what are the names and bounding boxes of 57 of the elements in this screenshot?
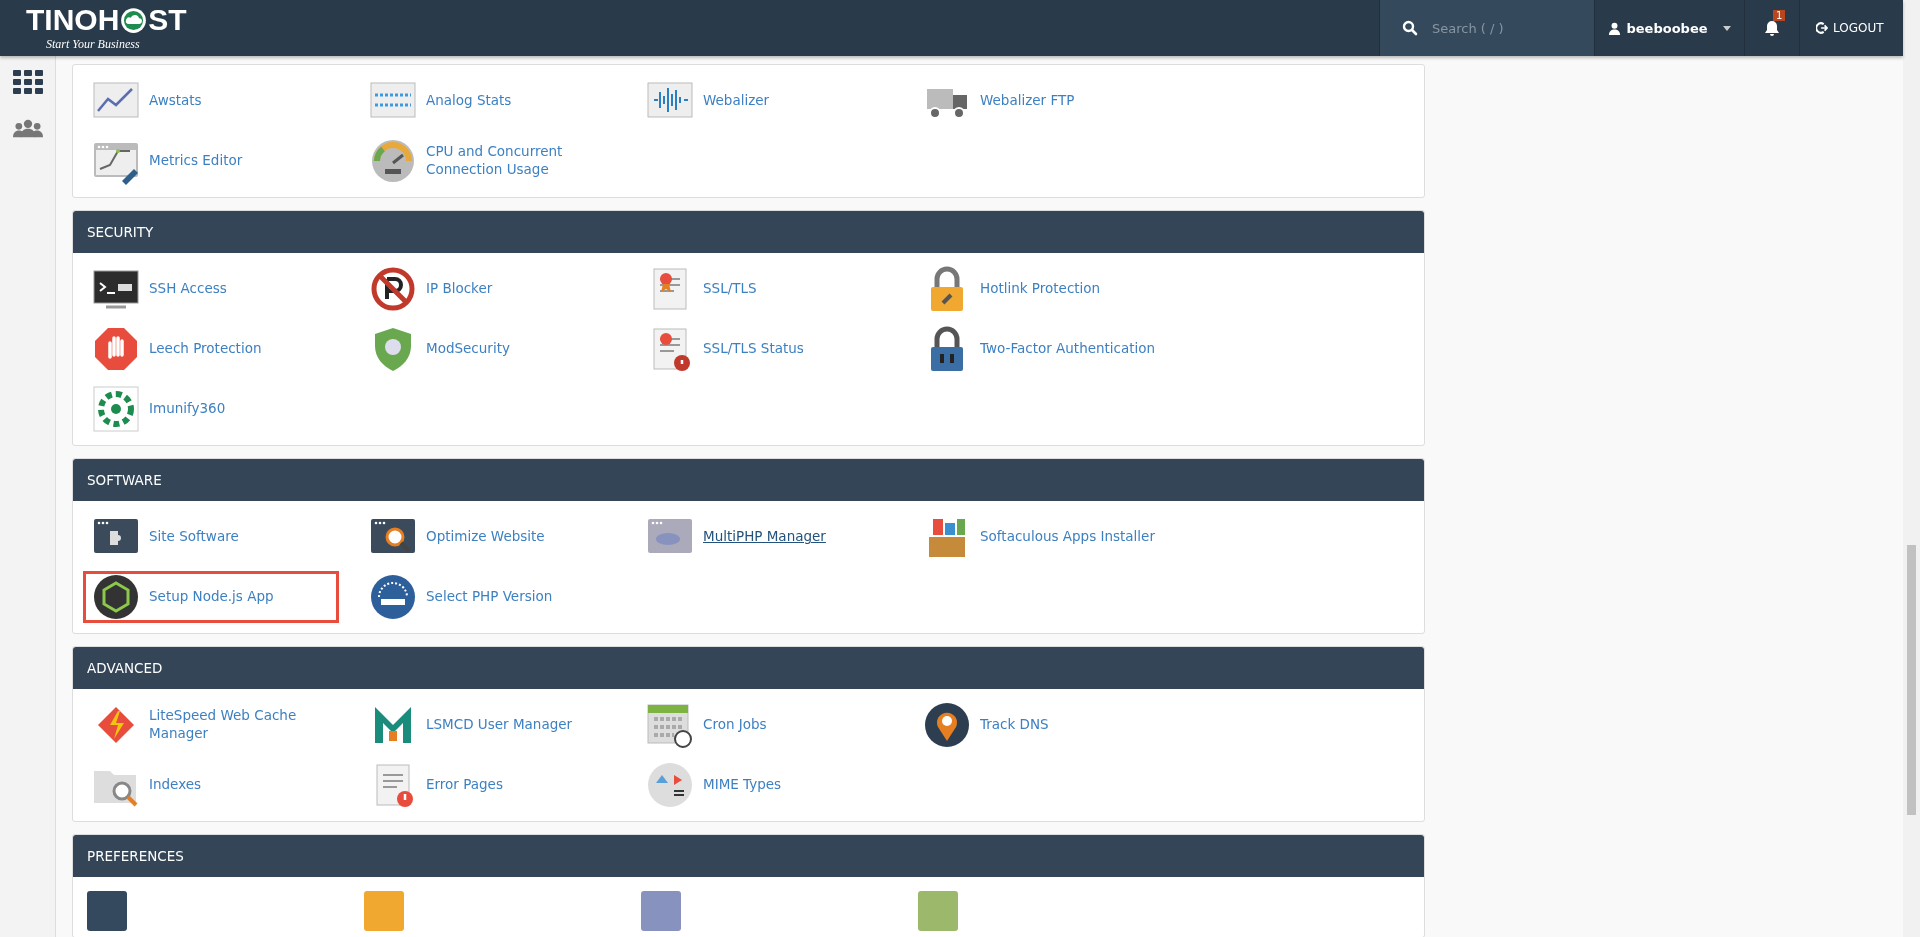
feature-link[interactable]: Error Pages xyxy=(360,759,637,811)
section-title: PREFERENCES xyxy=(87,848,184,864)
feature-link[interactable]: SSL/TLS Status xyxy=(637,323,914,375)
calendar-clock-icon xyxy=(646,701,694,749)
feature-link[interactable]: Site Software xyxy=(83,511,360,563)
feature-link[interactable]: SSL/TLS xyxy=(637,263,914,315)
media-file-icon xyxy=(646,761,694,809)
feature-link[interactable]: MIME Types xyxy=(637,759,914,811)
php-gauge-icon xyxy=(369,573,417,621)
starburst-icon xyxy=(92,385,140,433)
person-icon xyxy=(1608,21,1622,35)
stop-hand-icon xyxy=(92,325,140,373)
search-icon xyxy=(1402,20,1418,36)
scrollbar-thumb[interactable] xyxy=(1907,545,1916,815)
cloud-logo-icon xyxy=(120,6,148,34)
notification-count: 1 xyxy=(1773,10,1786,21)
scrollbar[interactable] xyxy=(1903,0,1920,937)
feature-link[interactable]: Select PHP Version xyxy=(360,571,637,623)
feature-link[interactable]: Webalizer FTP xyxy=(914,75,1191,127)
feature-link[interactable]: Setup Node.js App xyxy=(83,571,339,623)
logo-text[interactable]: ST xyxy=(148,3,187,37)
feature-link[interactable]: ModSecurity xyxy=(360,323,637,375)
feature-link[interactable]: Two-Factor Authentication xyxy=(914,323,1191,375)
gauge-icon xyxy=(369,137,417,185)
section-title: SECURITY xyxy=(87,224,154,240)
feature-link[interactable]: IP Blocker xyxy=(360,263,637,315)
bell-icon xyxy=(1764,20,1780,36)
logo-text[interactable]: TINOH xyxy=(26,3,120,37)
feature-link[interactable]: Softaculous Apps Installer xyxy=(914,511,1191,563)
notifications-button[interactable]: 1 xyxy=(1744,0,1799,56)
feature-link[interactable]: Hotlink Protection xyxy=(914,263,1191,315)
feature-link[interactable]: Metrics Editor xyxy=(83,135,360,187)
user-menu-button[interactable]: beeboobee xyxy=(1594,0,1744,56)
map-pin-icon xyxy=(923,701,971,749)
feature-link[interactable]: Cron Jobs xyxy=(637,699,914,751)
caret-icon xyxy=(1722,25,1731,31)
section-title: ADVANCED xyxy=(87,660,163,676)
feature-link[interactable]: Analog Stats xyxy=(360,75,637,127)
feature-link[interactable]: Track DNS xyxy=(914,699,1191,751)
feature-link[interactable]: LSMCD User Manager xyxy=(360,699,637,751)
feature-link[interactable]: Indexes xyxy=(83,759,360,811)
feature-link[interactable]: SSH Access xyxy=(83,263,360,315)
prohibition-sign-icon xyxy=(369,265,417,313)
feature-link[interactable]: Awstats xyxy=(83,75,360,127)
logo-tagline: Start Your Business xyxy=(45,37,141,52)
feature-link[interactable]: Imunify360 xyxy=(83,383,360,435)
grid-icon[interactable] xyxy=(12,70,43,94)
feature-link[interactable]: Webalizer xyxy=(637,75,914,127)
section-title: SOFTWARE xyxy=(87,472,162,488)
hexagon-js-icon xyxy=(92,573,140,621)
feature-link[interactable]: Optimize Website xyxy=(360,511,637,563)
feature-link[interactable]: CPU and Concurrent Connection Usage xyxy=(360,135,637,187)
feature-link[interactable]: Leech Protection xyxy=(83,323,360,375)
feature-link[interactable]: LiteSpeed Web Cache Manager xyxy=(83,699,360,751)
exit-icon xyxy=(1816,22,1828,34)
search-field[interactable]: Search ( / ) xyxy=(1430,19,1574,37)
feature-link[interactable]: MultiPHP Manager xyxy=(637,511,914,563)
